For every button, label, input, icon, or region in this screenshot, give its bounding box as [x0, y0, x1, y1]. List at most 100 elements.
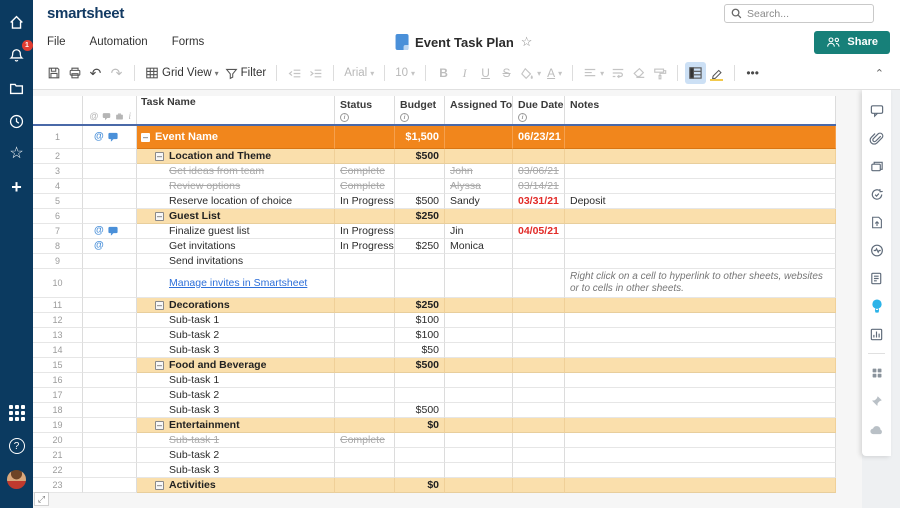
table-row[interactable]: 19–Entertainment$0 — [33, 418, 836, 433]
cell-assigned-to[interactable] — [445, 313, 513, 328]
cell-assigned-to[interactable]: John — [445, 164, 513, 179]
rail-apps-button[interactable] — [866, 362, 888, 384]
save-button[interactable] — [43, 62, 64, 84]
cell-status[interactable] — [335, 463, 395, 478]
cell-assigned-to[interactable] — [445, 478, 513, 493]
cell-budget[interactable]: $250 — [395, 209, 445, 224]
rail-insights-button[interactable] — [866, 295, 888, 317]
rail-update-requests-button[interactable] — [866, 183, 888, 205]
cell-due-date[interactable] — [513, 418, 565, 433]
rail-proofs-button[interactable] — [866, 155, 888, 177]
cell-assigned-to[interactable] — [445, 418, 513, 433]
collapse-toggle[interactable]: – — [155, 421, 164, 430]
cell-budget[interactable] — [395, 164, 445, 179]
cell-task-name[interactable]: Sub-task 2 — [137, 448, 335, 463]
cell-task-name[interactable]: –Guest List — [137, 209, 335, 224]
cell-budget[interactable]: $250 — [395, 298, 445, 313]
cell-assigned-to[interactable] — [445, 126, 513, 149]
row-indicators-cell[interactable] — [83, 388, 137, 403]
more-button[interactable]: ••• — [742, 62, 763, 84]
comment-icon[interactable] — [108, 132, 118, 142]
cell-budget[interactable]: $1,500 — [395, 126, 445, 149]
column-header-budget[interactable]: Budgeti — [395, 96, 445, 124]
cell-due-date[interactable] — [513, 433, 565, 448]
row-indicators-cell[interactable] — [83, 358, 137, 373]
cell-task-name[interactable]: Sub-task 2 — [137, 388, 335, 403]
cell-task-name[interactable]: Reserve location of choice — [137, 194, 335, 209]
table-row[interactable]: 13Sub-task 2$100 — [33, 328, 836, 343]
cell-due-date[interactable] — [513, 254, 565, 269]
collapse-toggle[interactable]: – — [155, 481, 164, 490]
column-header-status[interactable]: Statusi — [335, 96, 395, 124]
cell-assigned-to[interactable] — [445, 254, 513, 269]
column-header-notes[interactable]: Notes — [565, 96, 836, 124]
cell-assigned-to[interactable] — [445, 328, 513, 343]
row-number[interactable]: 20 — [33, 433, 83, 448]
row-indicators-cell[interactable] — [83, 328, 137, 343]
cell-task-name[interactable]: Manage invites in Smartsheet — [137, 269, 335, 298]
cell-assigned-to[interactable] — [445, 448, 513, 463]
row-number[interactable]: 17 — [33, 388, 83, 403]
rail-publish-button[interactable] — [866, 211, 888, 233]
rail-pin-button[interactable] — [866, 390, 888, 412]
cell-status[interactable]: Complete — [335, 179, 395, 194]
row-number[interactable]: 9 — [33, 254, 83, 269]
column-header-task[interactable]: Task Name — [137, 96, 335, 124]
cell-task-name[interactable]: Finalize guest list — [137, 224, 335, 239]
at-mention-icon[interactable]: @ — [94, 241, 104, 251]
cell-notes[interactable] — [565, 448, 836, 463]
cell-budget[interactable] — [395, 448, 445, 463]
cell-task-name[interactable]: Send invitations — [137, 254, 335, 269]
row-indicators-cell[interactable] — [83, 448, 137, 463]
row-indicators-cell[interactable] — [83, 403, 137, 418]
italic-button[interactable]: I — [454, 62, 475, 84]
cell-assigned-to[interactable] — [445, 433, 513, 448]
filter-button[interactable]: Filter — [222, 62, 270, 84]
strikethrough-button[interactable]: S — [496, 62, 517, 84]
rail-cloud-button[interactable] — [866, 418, 888, 440]
row-indicators-cell[interactable]: @ — [83, 126, 137, 149]
table-row[interactable]: 20Sub-task 1Complete — [33, 433, 836, 448]
cell-budget[interactable] — [395, 388, 445, 403]
underline-button[interactable]: U — [475, 62, 496, 84]
cell-notes[interactable]: Right click on a cell to hyperlink to ot… — [565, 269, 836, 298]
row-number[interactable]: 12 — [33, 313, 83, 328]
share-button[interactable]: Share — [814, 31, 890, 54]
table-row[interactable]: 23–Activities$0 — [33, 478, 836, 493]
rail-summary-button[interactable] — [866, 267, 888, 289]
cell-task-name[interactable]: Sub-task 1 — [137, 313, 335, 328]
row-number[interactable]: 23 — [33, 478, 83, 493]
cell-assigned-to[interactable] — [445, 209, 513, 224]
home-icon[interactable] — [5, 10, 29, 34]
cell-status[interactable]: In Progress — [335, 224, 395, 239]
cell-status[interactable] — [335, 298, 395, 313]
cell-notes[interactable] — [565, 403, 836, 418]
menu-forms[interactable]: Forms — [172, 36, 205, 48]
cell-status[interactable] — [335, 478, 395, 493]
cell-assigned-to[interactable] — [445, 358, 513, 373]
row-number[interactable]: 18 — [33, 403, 83, 418]
cell-budget[interactable]: $500 — [395, 194, 445, 209]
cell-due-date[interactable] — [513, 343, 565, 358]
format-painter-button[interactable] — [649, 62, 670, 84]
cell-notes[interactable] — [565, 433, 836, 448]
cell-notes[interactable]: Deposit — [565, 194, 836, 209]
comment-icon[interactable] — [108, 226, 118, 236]
cell-budget[interactable]: $0 — [395, 418, 445, 433]
expand-corner-icon[interactable]: ⤢ — [34, 492, 49, 506]
row-indicators-cell[interactable] — [83, 373, 137, 388]
font-size-button[interactable]: 10▾ — [392, 62, 418, 84]
cell-budget[interactable]: $100 — [395, 313, 445, 328]
cell-task-name[interactable]: Sub-task 3 — [137, 463, 335, 478]
table-row[interactable]: 15–Food and Beverage$500 — [33, 358, 836, 373]
cell-budget[interactable]: $500 — [395, 149, 445, 164]
cell-due-date[interactable]: 03/14/21 — [513, 179, 565, 194]
cell-notes[interactable] — [565, 463, 836, 478]
font-button[interactable]: Arial▾ — [341, 62, 377, 84]
cell-budget[interactable] — [395, 224, 445, 239]
column-header-due[interactable]: Due Datei — [513, 96, 565, 124]
rail-attachments-button[interactable] — [866, 127, 888, 149]
cell-task-name[interactable]: –Location and Theme — [137, 149, 335, 164]
cell-task-name[interactable]: Sub-task 3 — [137, 343, 335, 358]
cell-task-name[interactable]: Sub-task 2 — [137, 328, 335, 343]
